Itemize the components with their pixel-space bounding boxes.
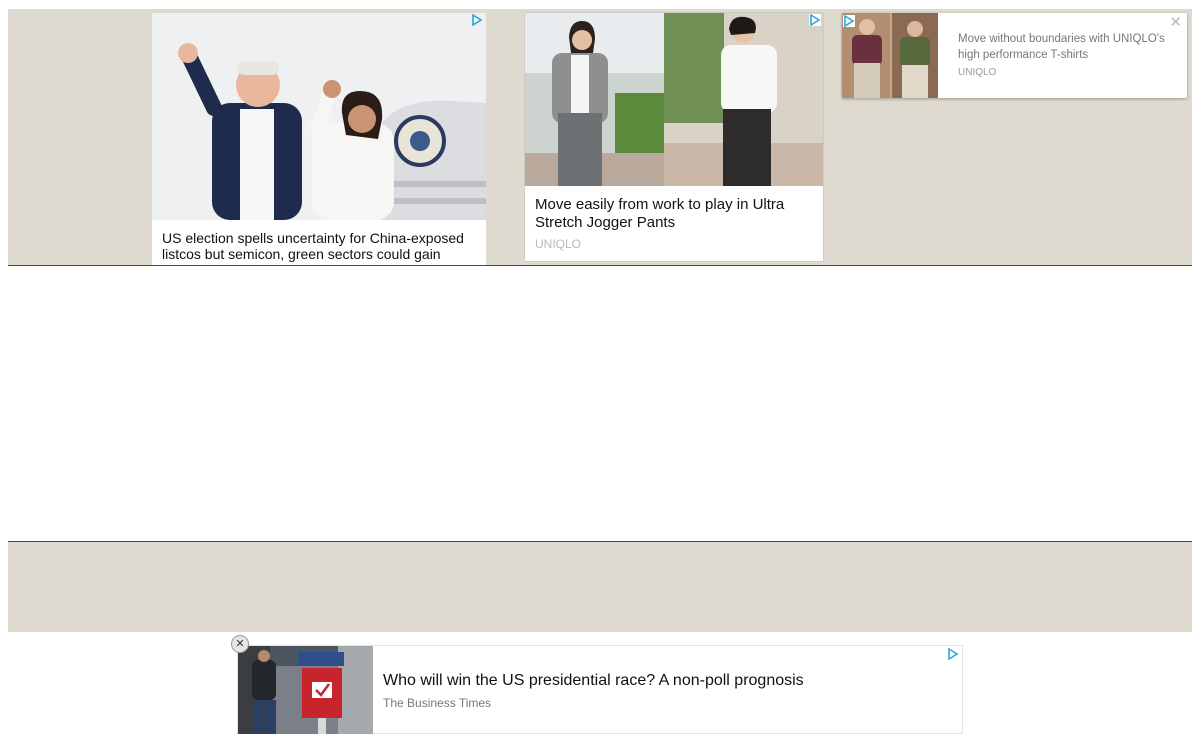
bottom-ad-source: The Business Times: [383, 696, 492, 710]
ad-image-fashion-models[interactable]: [525, 13, 823, 186]
ad-image-politicians[interactable]: [152, 13, 486, 220]
bottom-ad-presidential-race[interactable]: Who will win the US presidential race? A…: [237, 645, 963, 734]
ad-card-jogger-pants-title[interactable]: Move easily from work to play in Ultra S…: [535, 196, 815, 232]
ad-card-election[interactable]: US election spells uncertainty for China…: [152, 13, 486, 265]
ad-card-election-title[interactable]: US election spells uncertainty for China…: [162, 230, 480, 262]
adchoices-icon[interactable]: [471, 14, 483, 26]
bottom-ad-title[interactable]: Who will win the US presidential race? A…: [383, 672, 804, 690]
bottom-ad-close-button[interactable]: ✕: [231, 635, 249, 653]
ad-card-tshirts[interactable]: Move without boundaries with UNIQLO's hi…: [842, 13, 1187, 98]
close-icon[interactable]: ✕: [1169, 13, 1182, 31]
adchoices-icon[interactable]: [947, 648, 959, 660]
middle-ad-band: [8, 541, 1192, 632]
ad-image-ballot-box[interactable]: [238, 646, 373, 734]
adchoices-icon[interactable]: [809, 14, 821, 26]
ad-card-jogger-pants-source: UNIQLO: [535, 237, 582, 251]
ad-card-jogger-pants[interactable]: Move easily from work to play in Ultra S…: [525, 13, 823, 261]
adchoices-icon[interactable]: [843, 15, 855, 27]
ad-card-tshirts-source: UNIQLO: [958, 67, 997, 78]
ad-card-tshirts-title[interactable]: Move without boundaries with UNIQLO's hi…: [958, 31, 1168, 63]
ad-image-models-tshirts[interactable]: [842, 13, 938, 98]
